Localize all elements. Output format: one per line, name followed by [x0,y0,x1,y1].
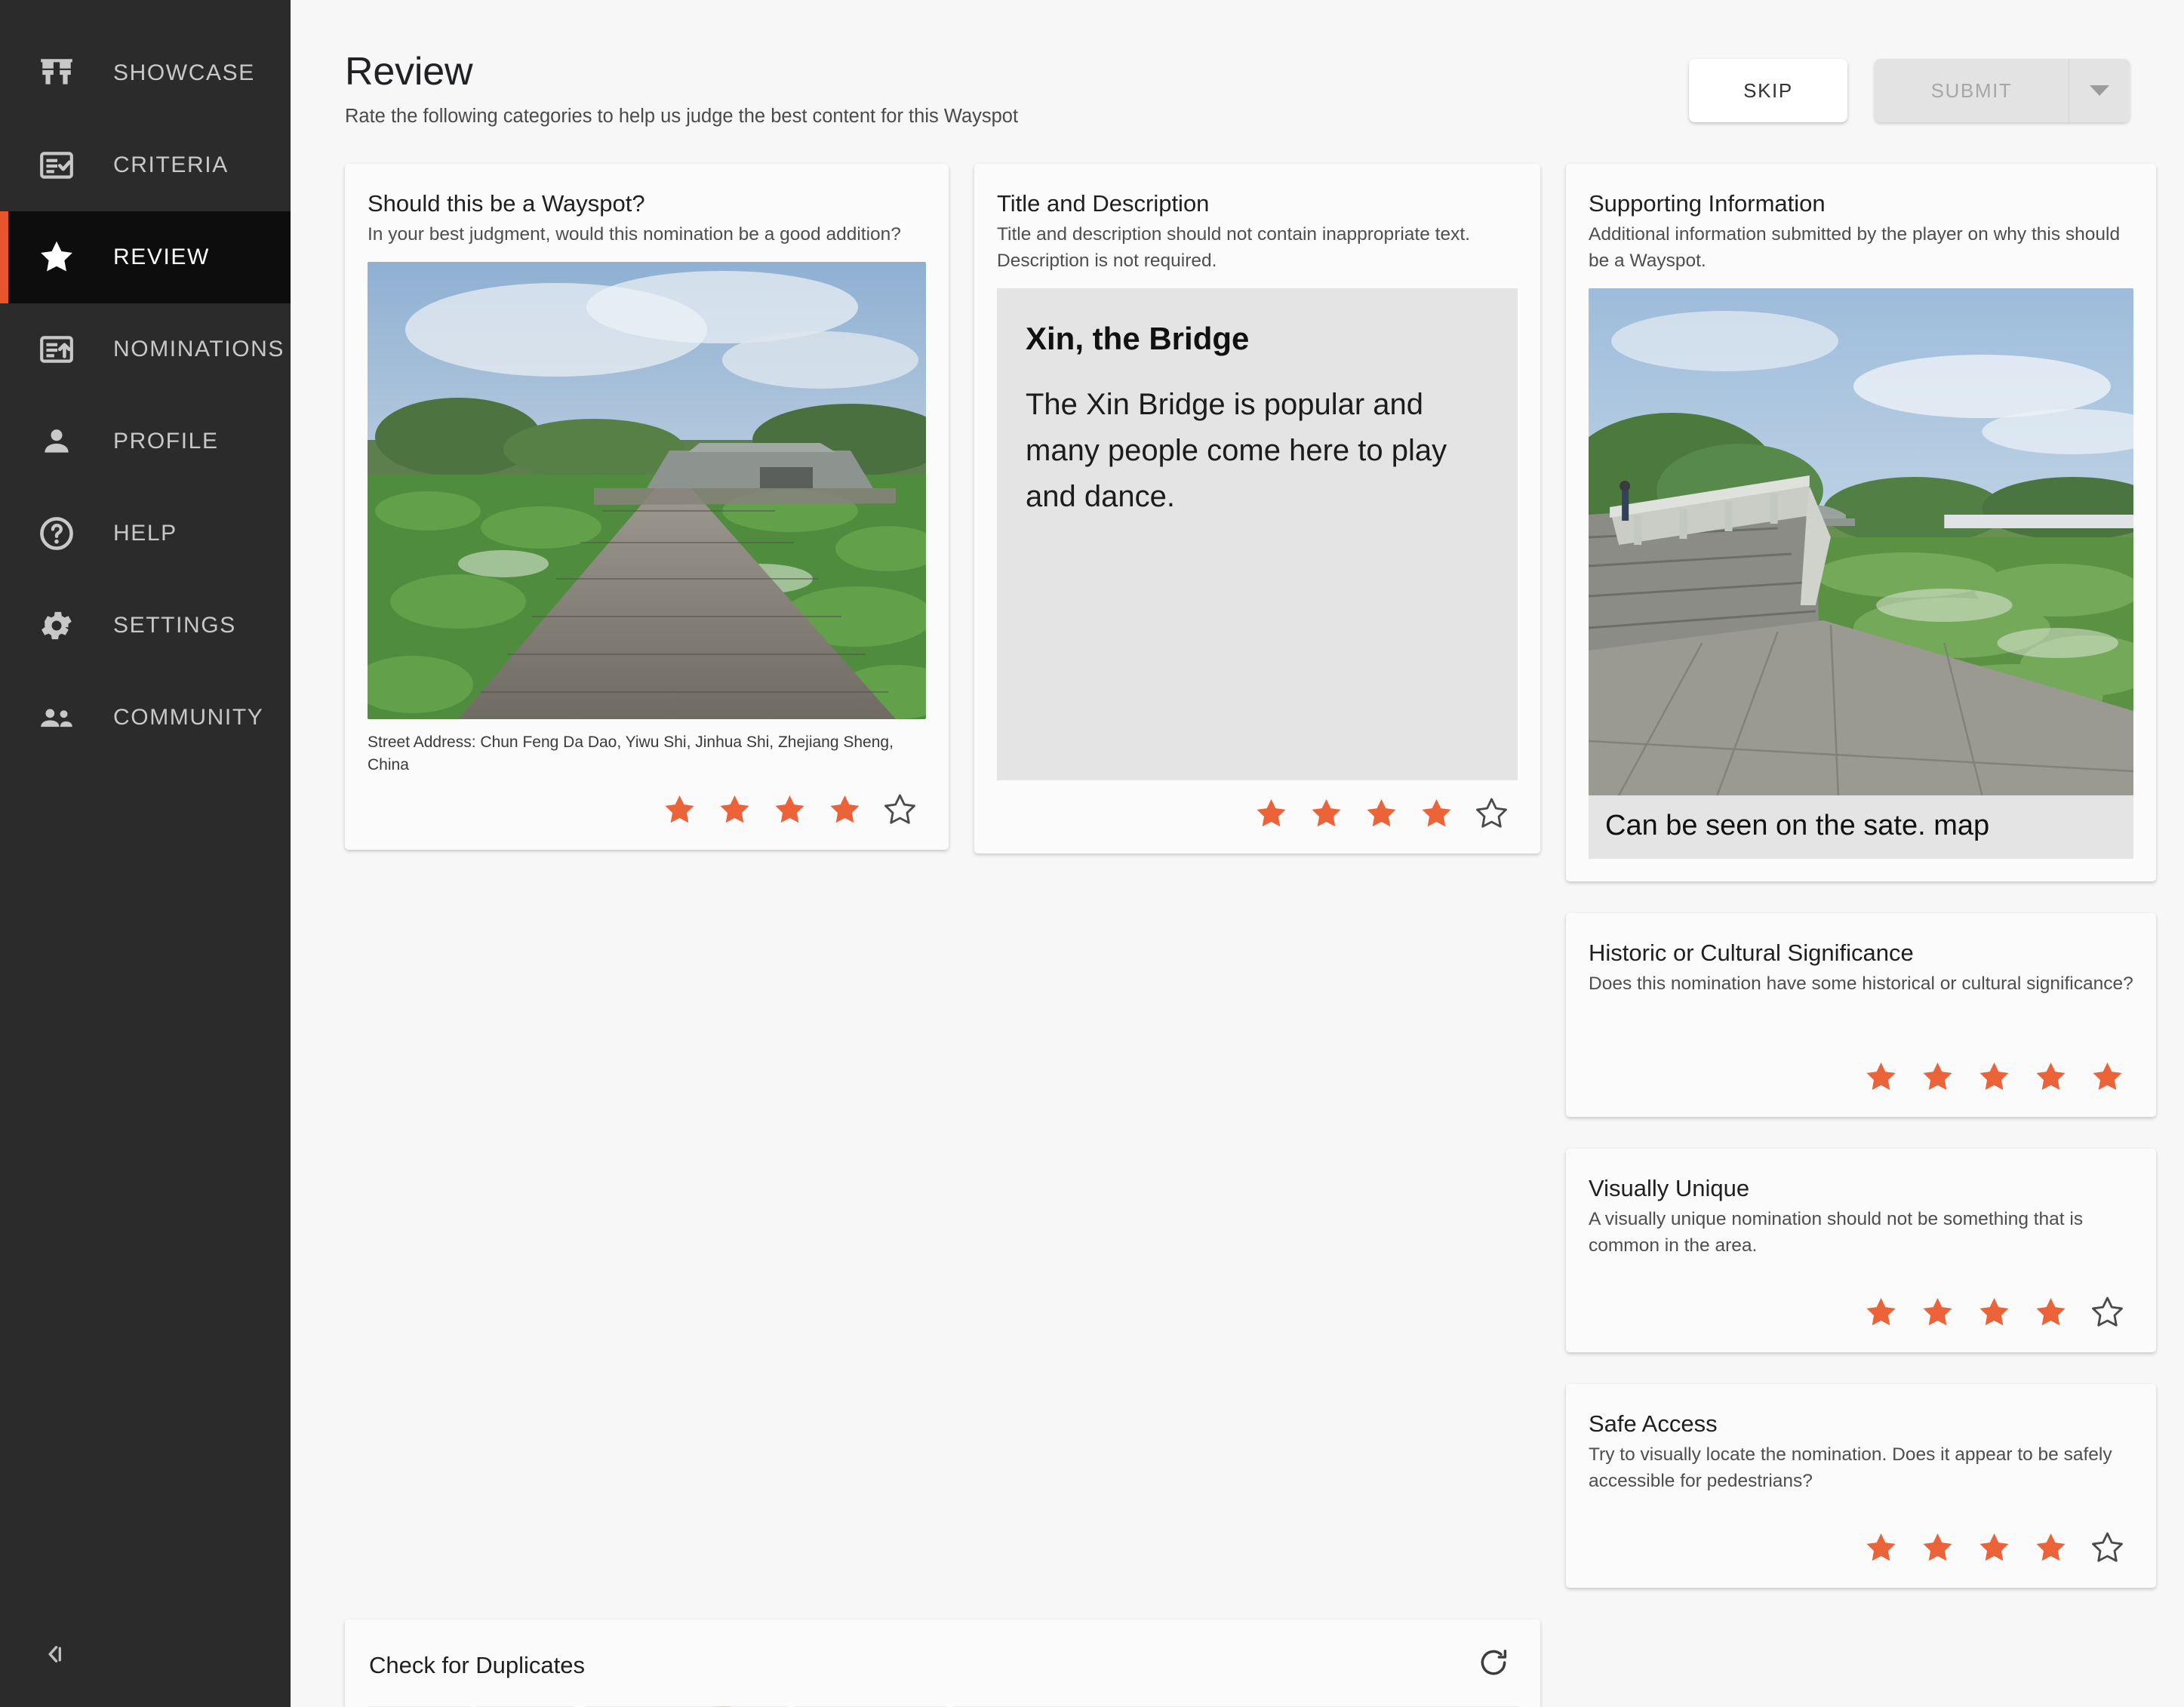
page-subtitle: Rate the following categories to help us… [345,106,1019,128]
showcase-icon [35,51,78,95]
card-safe-access: Safe Access Try to visually locate the n… [1566,1383,2156,1589]
refresh-icon[interactable] [1477,1647,1510,1684]
card-title: Historic or Cultural Significance [1589,939,1914,966]
sidebar-item-review[interactable]: REVIEW [0,211,291,303]
nomination-description: The Xin Bridge is popular and many peopl… [1026,388,1447,513]
star-filled-icon[interactable] [1977,1296,2011,1330]
safe-access-rating-stars[interactable] [1589,1531,2133,1565]
card-supporting-information: Supporting Information Additional inform… [1566,164,2156,881]
card-title-and-description: Title and Description Title and descript… [974,164,1540,853]
card-title: Should this be a Wayspot? [368,190,645,217]
card-subtitle: Try to visually locate the nomination. D… [1589,1444,2112,1491]
star-filled-icon[interactable] [773,793,807,827]
card-title: Safe Access [1589,1410,1718,1437]
card-subtitle: Additional information submitted by the … [1589,224,2121,272]
star-filled-icon[interactable] [828,793,862,827]
card-subtitle: In your best judgment, would this nomina… [368,224,901,245]
header-actions: SKIP SUBMIT [1689,59,2130,122]
visually-unique-rating-stars[interactable] [1589,1296,2133,1330]
street-address: Street Address: Chun Feng Da Dao, Yiwu S… [368,734,894,774]
sidebar-item-label: SETTINGS [113,613,236,638]
nomination-photo[interactable] [368,262,926,720]
right-column: Supporting Information Additional inform… [1566,164,2156,1589]
submit-button-group: SUBMIT [1875,59,2130,122]
star-filled-icon[interactable] [2090,1060,2124,1094]
sidebar-item-label: HELP [113,521,177,546]
star-filled-icon[interactable] [1921,1060,1955,1094]
sidebar-item-label: REVIEW [113,245,210,269]
star-icon [35,235,78,279]
sidebar-item-settings[interactable]: SETTINGS [0,580,291,672]
star-filled-icon[interactable] [718,793,752,827]
page-title: Review [345,50,473,94]
sidebar-item-showcase[interactable]: SHOWCASE [0,27,291,119]
collapse-panel-icon [39,1639,69,1673]
star-filled-icon[interactable] [1921,1296,1955,1330]
page-header: Review Rate the following categories to … [345,50,2130,128]
star-filled-icon[interactable] [1420,797,1453,831]
star-filled-icon[interactable] [2034,1531,2068,1565]
chevron-down-icon [2090,85,2109,96]
card-visually-unique: Visually Unique A visually unique nomina… [1566,1148,2156,1352]
star-filled-icon[interactable] [1864,1531,1898,1565]
page-header-text: Review Rate the following categories to … [345,50,1018,128]
supporting-photo[interactable] [1589,288,2133,795]
star-filled-icon[interactable] [1977,1060,2011,1094]
duplicates-header: Check for Duplicates [368,1645,1518,1684]
star-filled-icon[interactable] [1364,797,1398,831]
card-title: Visually Unique [1589,1174,1750,1201]
nomination-text-panel: Xin, the Bridge The Xin Bridge is popula… [997,288,1518,780]
gear-icon [35,604,78,647]
supporting-caption: Can be seen on the sate. map [1589,795,2133,859]
question-mark-icon [35,512,78,555]
sidebar-item-label: PROFILE [113,429,219,454]
star-filled-icon[interactable] [1254,797,1288,831]
sidebar-item-nominations[interactable]: NOMINATIONS [0,303,291,395]
skip-button[interactable]: SKIP [1689,59,1847,122]
card-title: Supporting Information [1589,190,1826,217]
submit-button[interactable]: SUBMIT [1875,59,2069,122]
card-should-be-wayspot: Should this be a Wayspot? In your best j… [345,164,949,850]
nomination-title: Xin, the Bridge [1026,320,1250,356]
review-cards-grid: Should this be a Wayspot? In your best j… [345,164,2156,1707]
star-empty-icon[interactable] [2090,1296,2124,1330]
star-filled-icon[interactable] [2034,1060,2068,1094]
sidebar-item-criteria[interactable]: CRITERIA [0,119,291,211]
star-filled-icon[interactable] [1864,1060,1898,1094]
star-filled-icon[interactable] [2034,1296,2068,1330]
historic-rating-stars[interactable] [1589,1060,2133,1094]
card-subtitle: A visually unique nomination should not … [1589,1208,2084,1256]
star-empty-icon[interactable] [1475,797,1509,831]
sidebar-item-label: SHOWCASE [113,60,255,85]
card-title: Check for Duplicates [369,1652,586,1679]
sidebar-item-label: COMMUNITY [113,705,264,730]
card-subtitle: Title and description should not contain… [997,224,1470,272]
wayspot-rating-stars[interactable] [368,793,926,827]
submit-dropdown-button[interactable] [2069,59,2130,122]
sidebar-item-profile[interactable]: PROFILE [0,395,291,487]
sidebar-item-label: CRITERIA [113,152,229,177]
person-icon [35,420,78,463]
card-subtitle: Does this nomination have some historica… [1589,973,2133,994]
star-filled-icon[interactable] [663,793,697,827]
criteria-icon [35,143,78,187]
people-group-icon [35,696,78,740]
star-filled-icon[interactable] [1921,1531,1955,1565]
sidebar-item-label: NOMINATIONS [113,337,285,361]
sidebar-item-community[interactable]: COMMUNITY [0,672,291,764]
card-check-for-duplicates: Check for Duplicates [345,1619,1540,1707]
title-description-rating-stars[interactable] [997,797,1518,831]
sidebar: SHOWCASE CRITERIA REVIEW NOMINATIONS PRO… [0,0,291,1707]
card-title: Title and Description [997,190,1210,217]
sidebar-collapse-button[interactable] [0,1625,291,1686]
nominations-upload-icon [35,328,78,371]
main-content: Review Rate the following categories to … [291,0,2184,1707]
star-filled-icon[interactable] [1309,797,1343,831]
star-filled-icon[interactable] [1864,1296,1898,1330]
star-filled-icon[interactable] [1977,1531,2011,1565]
card-historic-cultural-significance: Historic or Cultural Significance Does t… [1566,912,2156,1117]
star-empty-icon[interactable] [883,793,917,827]
sidebar-item-help[interactable]: HELP [0,487,291,580]
star-empty-icon[interactable] [2090,1531,2124,1565]
